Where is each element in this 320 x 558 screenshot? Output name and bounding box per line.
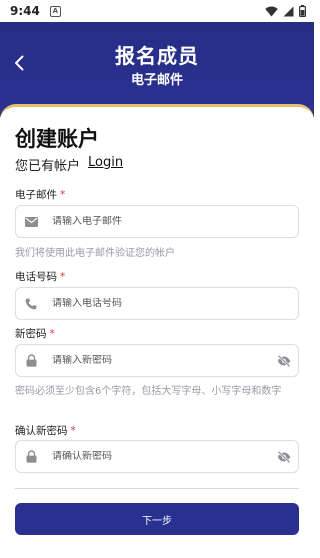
confirm-password-input[interactable] xyxy=(52,451,252,462)
form-card: 创建账户 您已有帐户 Login 电子邮件* 我们将使用此电子邮件验证您的帐户 … xyxy=(0,104,314,558)
header-title: 报名成员 xyxy=(115,44,199,68)
phone-field[interactable] xyxy=(15,287,299,320)
email-label-text: 电子邮件 xyxy=(15,189,57,201)
mail-icon xyxy=(24,215,38,229)
phone-label: 电话号码 * xyxy=(15,269,65,284)
confirm-password-label-text: 确认新密码 xyxy=(15,425,68,437)
login-link[interactable]: Login xyxy=(88,155,123,174)
confirm-password-label: 确认新密码 * xyxy=(15,423,76,438)
wifi-icon xyxy=(265,6,278,16)
status-bar: 9:44 A xyxy=(0,0,314,22)
eye-off-icon[interactable] xyxy=(277,354,291,368)
lock-icon xyxy=(24,354,38,368)
signal-icon xyxy=(283,6,294,16)
next-button[interactable]: 下一步 xyxy=(15,503,299,535)
new-password-label: 新密码 * xyxy=(15,326,55,341)
app-header: 报名成员 电子邮件 xyxy=(0,22,314,117)
required-mark: * xyxy=(49,328,55,340)
status-left: 9:44 A xyxy=(10,4,61,18)
email-label: 电子邮件 * xyxy=(15,187,65,202)
status-time: 9:44 xyxy=(10,4,40,18)
have-account-row: 您已有帐户 Login xyxy=(15,155,123,174)
email-input[interactable] xyxy=(52,216,252,227)
new-password-input[interactable] xyxy=(52,355,252,366)
header-subtitle: 电子邮件 xyxy=(130,73,183,88)
status-right xyxy=(265,5,306,17)
required-mark: * xyxy=(60,271,66,283)
battery-icon xyxy=(299,5,306,17)
lock-icon xyxy=(24,450,38,464)
have-account-text: 您已有帐户 xyxy=(15,159,81,174)
phone-input[interactable] xyxy=(52,298,252,309)
eye-off-icon[interactable] xyxy=(277,450,291,464)
required-mark: * xyxy=(70,425,76,437)
email-hint: 我们将使用此电子邮件验证您的帐户 xyxy=(15,248,175,259)
password-hint: 密码必须至少包含6个字符，包括大写字母、小写字母和数字 xyxy=(15,386,282,397)
new-password-field[interactable] xyxy=(15,344,299,377)
phone-icon xyxy=(24,297,38,311)
phone-label-text: 电话号码 xyxy=(15,271,57,283)
app-notification-icon: A xyxy=(49,5,61,17)
page-title: 创建账户 xyxy=(15,127,99,151)
divider xyxy=(15,488,299,489)
new-password-label-text: 新密码 xyxy=(15,328,47,340)
required-mark: * xyxy=(60,189,66,201)
confirm-password-field[interactable] xyxy=(15,440,299,473)
email-field[interactable] xyxy=(15,205,299,238)
